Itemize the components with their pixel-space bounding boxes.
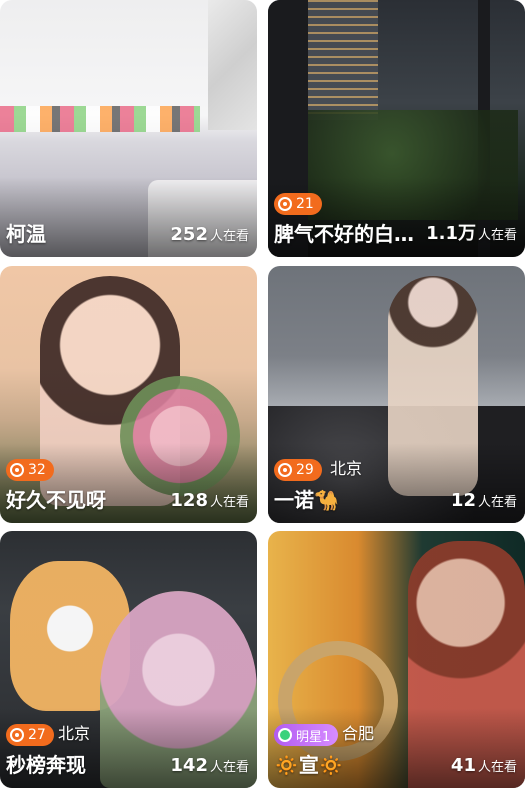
card-5-view-count: 142: [170, 755, 208, 776]
hot-ring-icon: [278, 463, 292, 477]
card-2-view-unit: 人在看: [477, 228, 517, 243]
card-2-hot-badge: 21: [274, 193, 322, 215]
card-4-badge-value: 29: [296, 462, 314, 478]
card-5-badge-value: 27: [28, 727, 46, 743]
live-room-card-2[interactable]: 21 脾气不好的白… 1.1万 人在看: [268, 0, 525, 257]
card-5-viewers: 142 人在看: [170, 755, 249, 776]
live-room-card-1[interactable]: 柯温 252 人在看: [0, 0, 257, 257]
card-4-viewers: 12 人在看: [451, 490, 517, 511]
card-5-city: 北京: [58, 724, 91, 743]
card-4-title: 一诺🐪: [274, 488, 339, 512]
card-6-viewers: 41 人在看: [451, 755, 517, 776]
room-wall-art: [208, 0, 257, 130]
card-4-view-unit: 人在看: [477, 495, 517, 510]
city-buildings: [308, 0, 378, 120]
card-4-city: 北京: [330, 459, 363, 478]
card-3-viewers: 128 人在看: [170, 490, 249, 511]
live-room-card-5[interactable]: 27 北京 秒榜奔现 142 人在看: [0, 531, 257, 788]
card-3-view-count: 128: [170, 490, 208, 511]
card-6-star-badge: 明星1: [274, 724, 339, 746]
plush-toys: [0, 106, 200, 132]
card-4-view-count: 12: [450, 490, 476, 511]
hot-ring-icon: [10, 463, 24, 477]
card-3-badge-value: 32: [28, 462, 46, 478]
star-level-icon: [278, 728, 292, 742]
card-6-badge-value: 明星1: [296, 729, 331, 745]
card-1-view-count: 252: [170, 224, 208, 245]
card-6-city: 合肥: [342, 724, 375, 743]
live-room-card-4[interactable]: 29 北京 一诺🐪 12 人在看: [268, 266, 525, 523]
card-4-hot-badge: 29: [274, 459, 322, 481]
hot-ring-icon: [10, 728, 24, 742]
card-3-view-unit: 人在看: [209, 495, 249, 510]
card-1-viewers: 252 人在看: [170, 224, 249, 245]
card-1-title: 柯温: [6, 222, 46, 246]
live-room-card-3[interactable]: 32 好久不见呀 128 人在看: [0, 266, 257, 523]
live-room-grid: 柯温 252人在看 21 脾气不好的白… 1.1万人在看 32 好久不见呀: [0, 0, 525, 788]
live-room-card-6[interactable]: 明星1 合肥 🔅宣🔅 41 人在看: [268, 531, 525, 788]
card-5-view-unit: 人在看: [209, 760, 249, 775]
card-2-view-count: 1.1万: [426, 223, 476, 244]
card-6-view-unit: 人在看: [477, 760, 517, 775]
card-6-title: 🔅宣🔅: [274, 753, 344, 777]
card-1-view-unit: 人在看: [209, 229, 249, 244]
card-6-view-count: 41: [450, 755, 476, 776]
hot-ring-icon: [278, 197, 292, 211]
card-2-viewers: 1.1万 人在看: [426, 219, 517, 245]
card-2-badge-value: 21: [296, 196, 314, 212]
card-5-hot-badge: 27: [6, 724, 54, 746]
card-2-title: 脾气不好的白…: [274, 222, 414, 246]
card-5-title: 秒榜奔现: [6, 753, 86, 777]
card-3-title: 好久不见呀: [6, 488, 106, 512]
card-3-hot-badge: 32: [6, 459, 54, 481]
